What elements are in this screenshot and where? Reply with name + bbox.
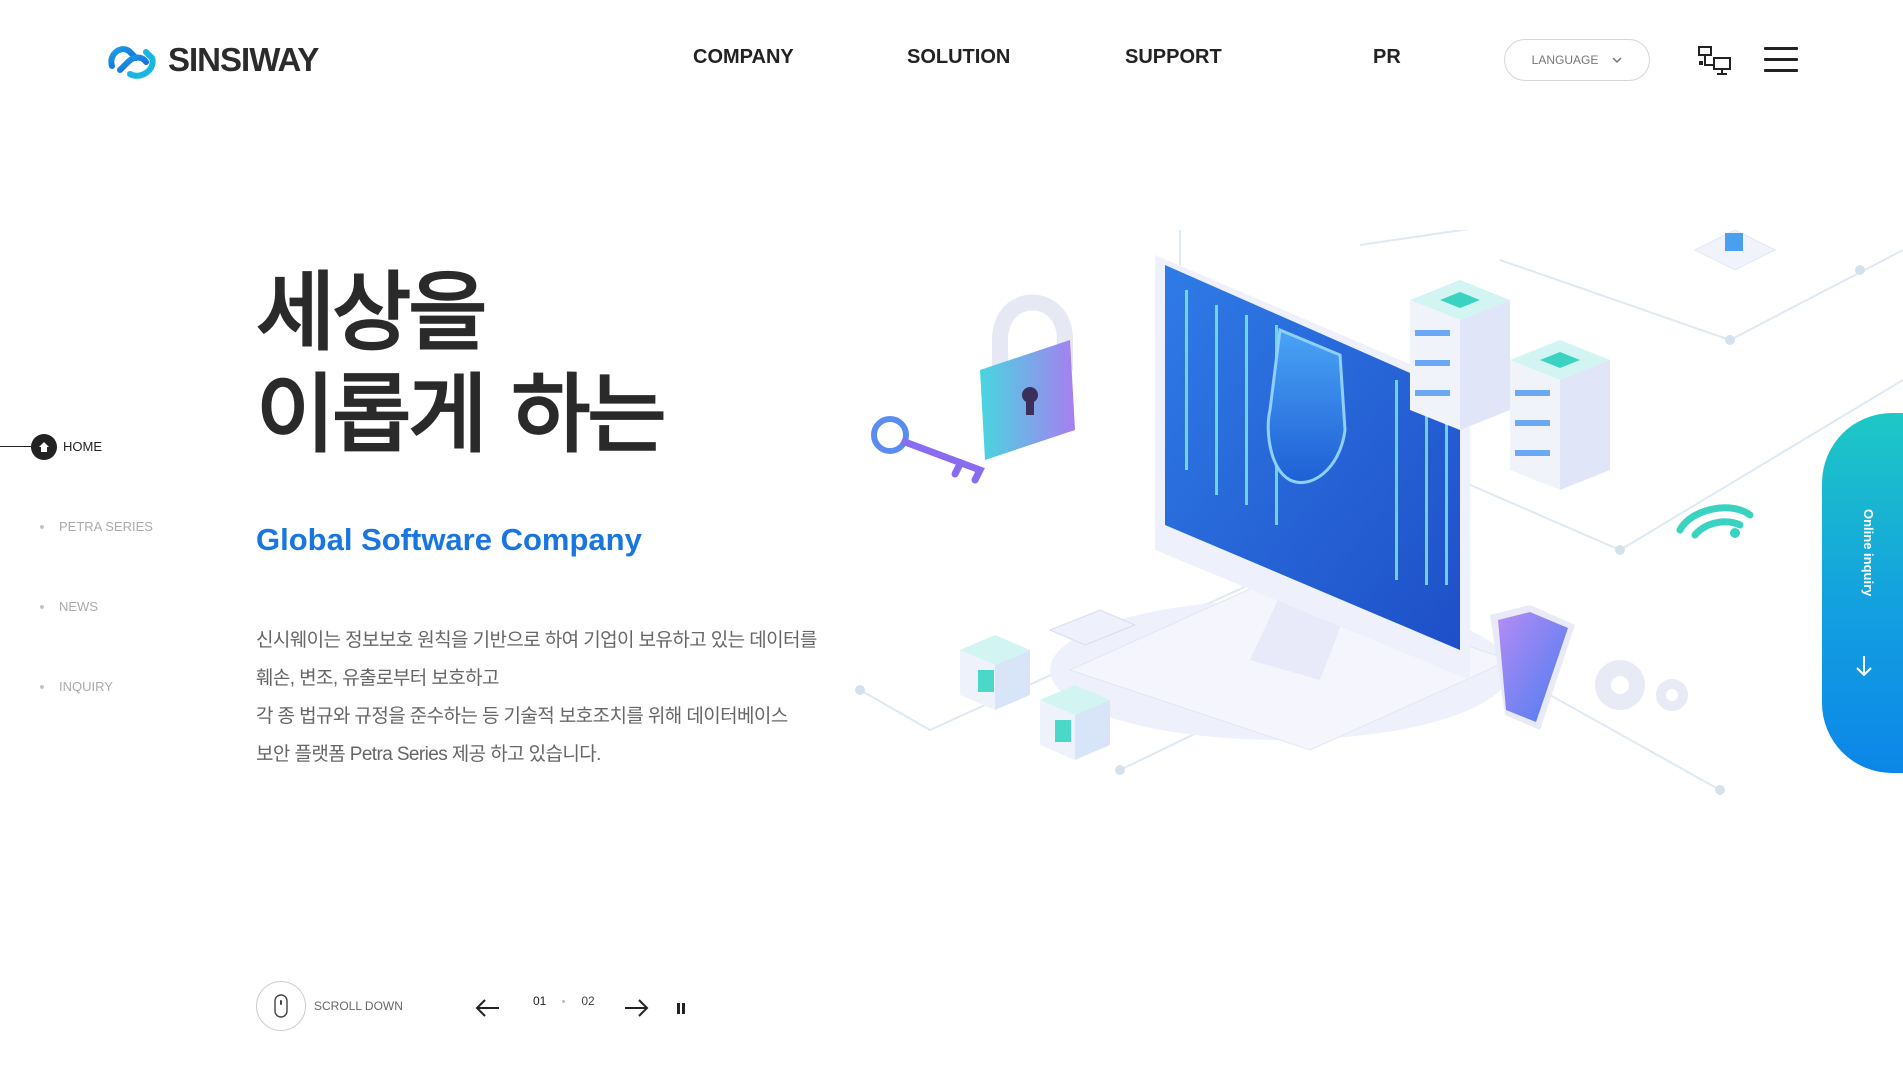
chevron-down-icon [1612,56,1622,63]
hero-subtitle: Global Software Company [256,522,642,557]
sitemap-icon[interactable] [1697,45,1733,77]
mouse-icon [274,994,288,1018]
language-select[interactable]: LANGUAGE [1504,39,1650,81]
hamburger-menu-icon[interactable] [1764,47,1798,73]
side-nav-indicator-line [0,446,31,447]
arrow-right-icon[interactable] [623,998,649,1018]
side-nav-label: PETRA SERIES [59,519,153,534]
logo-text: SINSIWAY [168,41,319,78]
side-nav-petra-series[interactable]: PETRA SERIES [40,519,153,534]
description-line: 보안 플랫폼 Petra Series 제공 하고 있습니다. [256,744,601,765]
hero-title-line: 이롭게 하는 [256,365,667,465]
description-line: 신시웨이는 정보보호 원칙을 기반으로 하여 기업이 보유하고 있는 데이터를 [256,630,817,651]
bullet-dot [40,524,44,529]
hero-title: 세상을 이롭게 하는 [256,262,667,466]
nav-pr[interactable]: PR [1373,46,1401,69]
online-inquiry-label: Online inquiry [1861,509,1876,597]
total-page-number: 02 [581,994,595,1008]
home-icon[interactable] [31,434,57,460]
current-page-number: 01 [533,994,547,1008]
scroll-down-button[interactable] [256,981,306,1031]
logo-mark-icon [108,46,156,79]
slide-pager: 01 02 [533,994,595,1008]
nav-solution[interactable]: SOLUTION [907,46,1010,69]
side-nav-label: NEWS [59,599,98,614]
nav-company[interactable]: COMPANY [693,46,794,69]
description-line: 훼손, 변조, 유출로부터 보호하고 [256,668,499,689]
side-nav-label: INQUIRY [59,679,113,694]
arrow-down-icon [1856,656,1872,677]
pause-icon[interactable] [676,1003,686,1014]
bullet-dot [40,684,44,689]
side-nav-home[interactable]: HOME [63,439,102,454]
side-nav-label: HOME [63,439,102,454]
side-nav-news[interactable]: NEWS [40,599,98,614]
main-page: SINSIWAY COMPANY SOLUTION SUPPORT PR LAN… [0,0,1903,1080]
language-label: LANGUAGE [1531,53,1599,67]
nav-support[interactable]: SUPPORT [1125,46,1222,69]
bullet-dot [40,604,44,609]
security-illustration [855,230,1903,795]
hero-description: 신시웨이는 정보보호 원칙을 기반으로 하여 기업이 보유하고 있는 데이터를 … [256,622,896,774]
side-nav-inquiry[interactable]: INQUIRY [40,679,113,694]
scroll-down-label: SCROLL DOWN [314,999,403,1013]
pager-separator [562,999,566,1003]
logo[interactable]: SINSIWAY [106,40,319,80]
hero-title-line: 세상을 [256,263,487,363]
arrow-left-icon[interactable] [475,998,501,1018]
description-line: 각 종 법규와 규정을 준수하는 등 기술적 보호조치를 위해 데이터베이스 [256,706,788,727]
